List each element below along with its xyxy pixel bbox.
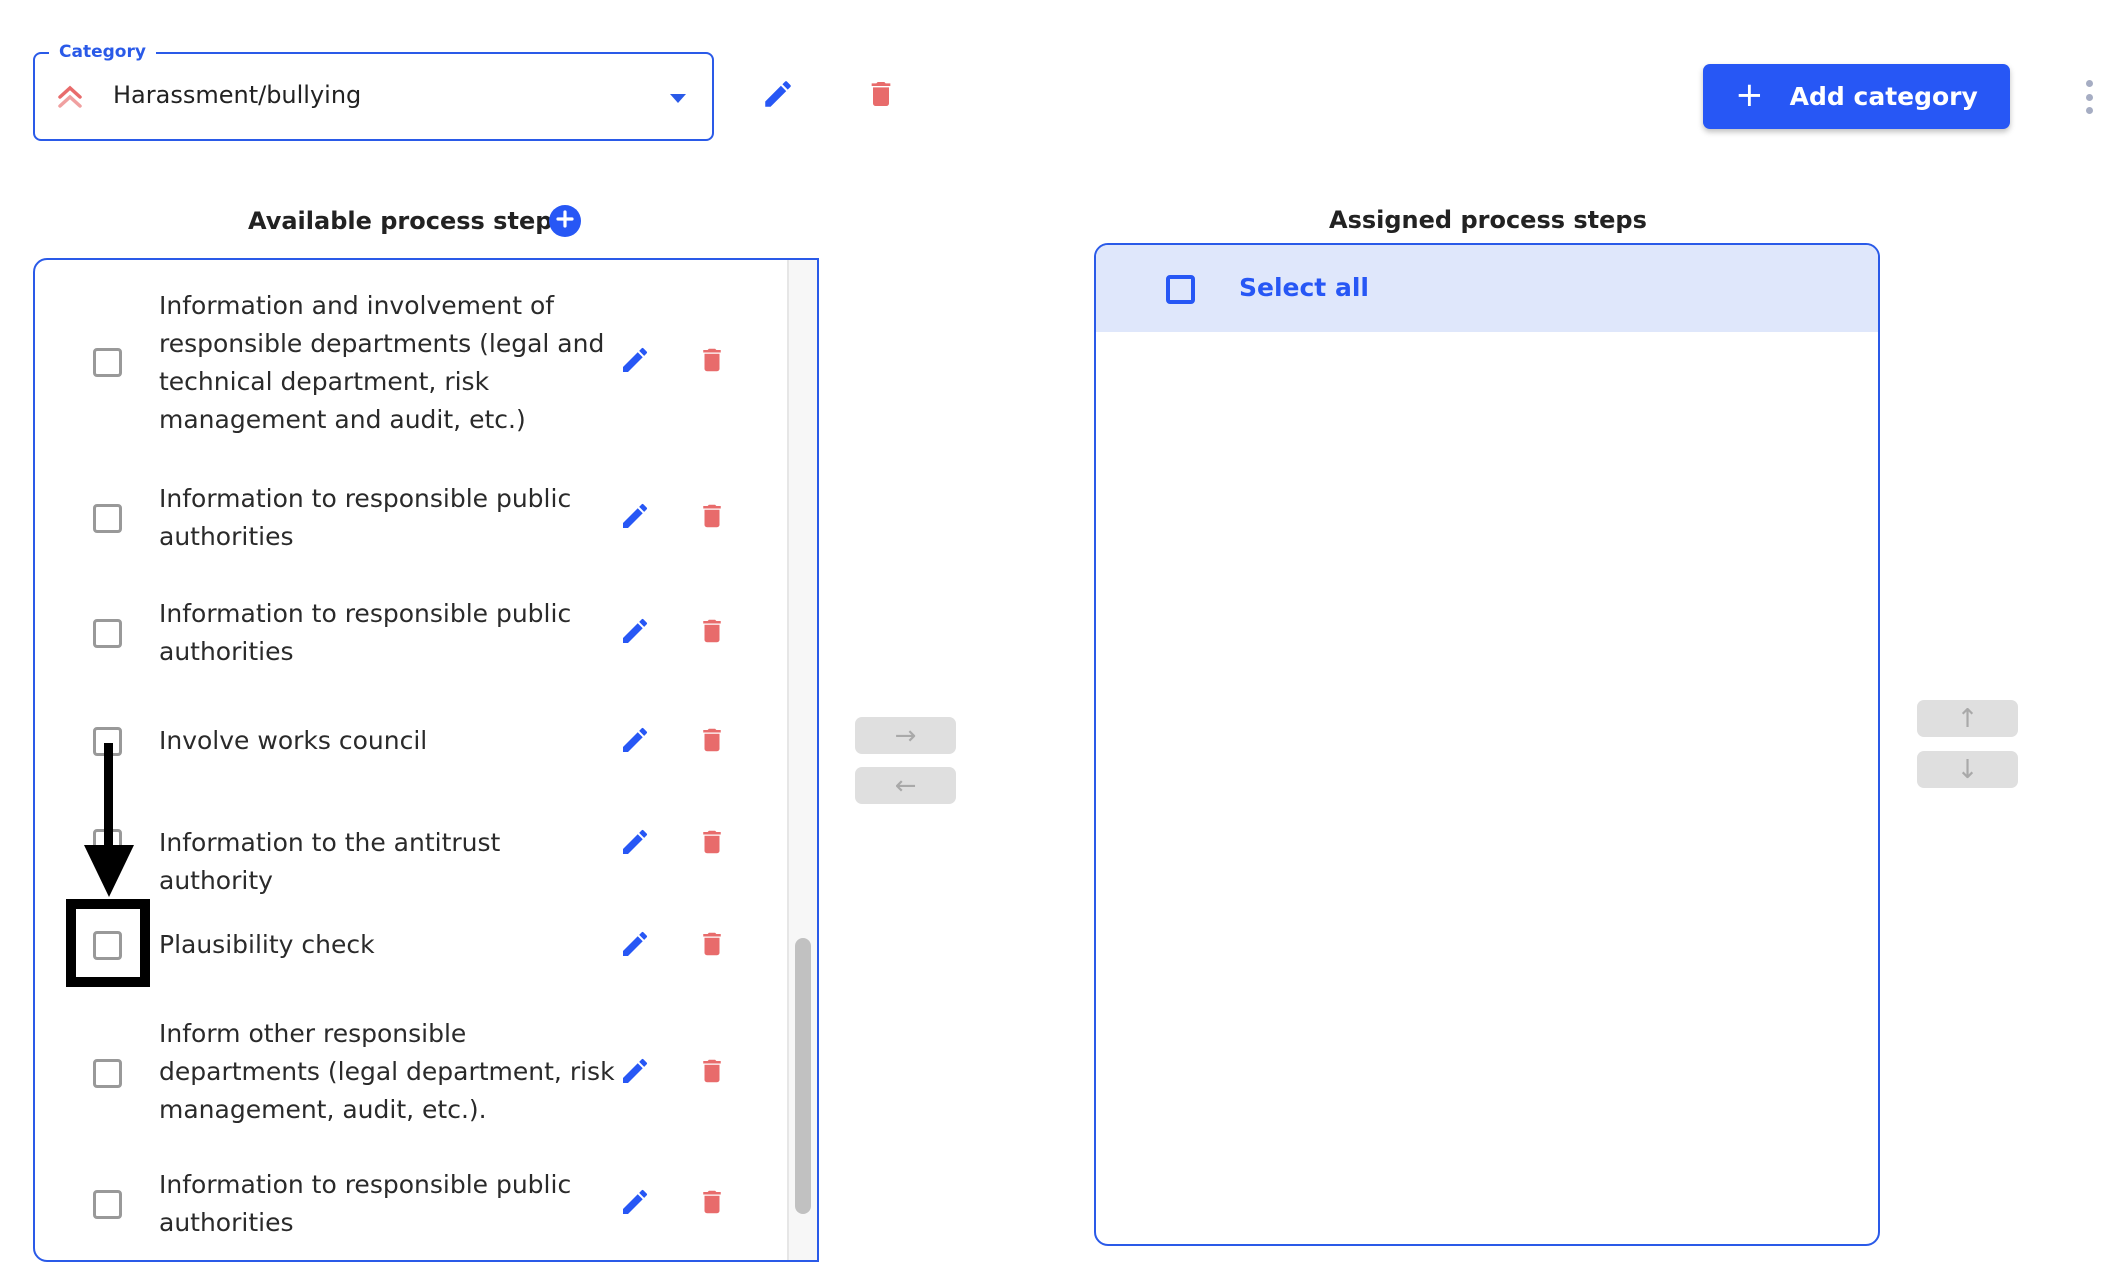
- select-all-checkbox[interactable]: [1166, 275, 1195, 304]
- edit-step-button[interactable]: [615, 722, 655, 762]
- pencil-icon: [619, 500, 651, 536]
- delete-category-button[interactable]: [861, 76, 901, 116]
- move-down-button[interactable]: ↓: [1917, 751, 2018, 788]
- delete-step-button[interactable]: [692, 722, 732, 762]
- category-select[interactable]: Category Harassment/bullying: [33, 42, 714, 141]
- step-label: Inform other responsible departments (le…: [159, 1019, 615, 1124]
- edit-step-button[interactable]: [615, 498, 655, 538]
- add-process-step-button[interactable]: [549, 205, 581, 237]
- move-up-button[interactable]: ↑: [1917, 700, 2018, 737]
- step-label: Information to the antitrust authority: [159, 828, 501, 895]
- step-label: Involve works council: [159, 726, 428, 755]
- annotation-highlight-box: [66, 899, 150, 987]
- trash-icon: [697, 826, 727, 862]
- annotation-arrow-head-icon: [84, 845, 134, 897]
- pencil-icon: [619, 928, 651, 964]
- step-checkbox[interactable]: [93, 1059, 122, 1088]
- delete-step-button[interactable]: [692, 342, 732, 382]
- step-label: Plausibility check: [159, 930, 375, 959]
- pencil-icon: [619, 615, 651, 651]
- edit-step-button[interactable]: [615, 926, 655, 966]
- caret-down-icon[interactable]: [670, 94, 686, 103]
- assigned-steps-list[interactable]: Select all: [1094, 243, 1880, 1246]
- trash-icon: [697, 724, 727, 760]
- select-all-row[interactable]: Select all: [1096, 245, 1878, 332]
- step-label: Information to responsible public author…: [159, 1170, 572, 1237]
- delete-step-button[interactable]: [692, 498, 732, 538]
- trash-icon: [697, 1055, 727, 1091]
- select-all-label[interactable]: Select all: [1239, 272, 1369, 304]
- pencil-icon: [619, 344, 651, 380]
- category-value: Harassment/bullying: [113, 81, 362, 109]
- pencil-icon: [619, 826, 651, 862]
- pencil-icon: [619, 724, 651, 760]
- delete-step-button[interactable]: [692, 824, 732, 864]
- add-category-button[interactable]: + Add category: [1703, 64, 2010, 129]
- step-label: Information and involvement of responsib…: [159, 291, 605, 434]
- plus-icon: +: [1735, 75, 1764, 115]
- move-left-button[interactable]: ←: [855, 767, 956, 804]
- double-chevron-up-icon: [55, 82, 85, 112]
- arrow-down-icon: ↓: [1956, 754, 1979, 785]
- list-item[interactable]: Information to the antitrust authority: [35, 824, 775, 895]
- assigned-steps-title: Assigned process steps: [1329, 206, 1647, 234]
- step-label: Information to responsible public author…: [159, 484, 572, 551]
- edit-step-button[interactable]: [615, 1184, 655, 1224]
- step-checkbox[interactable]: [93, 348, 122, 377]
- delete-step-button[interactable]: [692, 1184, 732, 1224]
- trash-icon: [697, 344, 727, 380]
- trash-icon: [697, 615, 727, 651]
- pencil-icon: [619, 1186, 651, 1222]
- kebab-menu-icon[interactable]: [2080, 80, 2098, 114]
- trash-icon: [697, 500, 727, 536]
- step-label: Information to responsible public author…: [159, 599, 572, 666]
- arrow-right-icon: →: [894, 720, 917, 751]
- delete-step-button[interactable]: [692, 926, 732, 966]
- arrow-up-icon: ↑: [1956, 703, 1979, 734]
- pencil-icon: [619, 1055, 651, 1091]
- step-checkbox[interactable]: [93, 1190, 122, 1219]
- list-item[interactable]: Information to responsible public author…: [35, 480, 775, 560]
- step-checkbox[interactable]: [93, 619, 122, 648]
- step-checkbox[interactable]: [93, 504, 122, 533]
- delete-step-button[interactable]: [692, 1053, 732, 1093]
- list-item[interactable]: Inform other responsible departments (le…: [35, 1015, 775, 1133]
- arrow-left-icon: ←: [894, 770, 917, 801]
- annotation-arrow-shaft: [104, 743, 113, 853]
- available-steps-list[interactable]: Information and involvement of responsib…: [33, 258, 819, 1262]
- edit-step-button[interactable]: [615, 1053, 655, 1093]
- edit-step-button[interactable]: [615, 824, 655, 864]
- edit-category-button[interactable]: [758, 76, 798, 116]
- category-label: Category: [49, 42, 156, 62]
- trash-icon: [865, 77, 897, 115]
- edit-step-button[interactable]: [615, 342, 655, 382]
- edit-step-button[interactable]: [615, 613, 655, 653]
- list-item[interactable]: Information to responsible public author…: [35, 595, 775, 675]
- move-right-button[interactable]: →: [855, 717, 956, 754]
- scrollbar-thumb[interactable]: [795, 938, 811, 1214]
- available-steps-title: Available process steps: [248, 207, 567, 235]
- list-item[interactable]: Information to responsible public author…: [35, 1166, 775, 1246]
- list-item[interactable]: Information and involvement of responsib…: [35, 284, 775, 440]
- plus-circle-icon: [556, 210, 574, 232]
- trash-icon: [697, 1186, 727, 1222]
- delete-step-button[interactable]: [692, 613, 732, 653]
- trash-icon: [697, 928, 727, 964]
- list-item[interactable]: Involve works council: [35, 722, 775, 762]
- pencil-icon: [761, 77, 795, 115]
- add-category-label: Add category: [1789, 82, 1978, 111]
